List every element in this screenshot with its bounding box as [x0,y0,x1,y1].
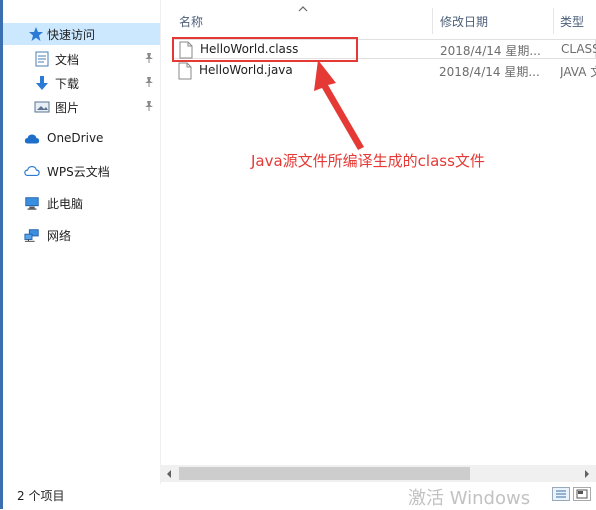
item-count: 2 个项目 [17,489,65,503]
sidebar-item-label: 下载 [55,77,80,91]
sort-ascending-icon [298,2,308,12]
activation-watermark: 激活 Windows [408,488,531,509]
file-date: 2018/4/14 星期... [440,44,541,58]
details-view-icon [556,490,566,498]
large-icons-view-icon [576,489,588,499]
sidebar-item-this-pc[interactable]: 此电脑 [3,192,160,214]
file-icon [178,62,192,80]
file-row[interactable]: HelloWorld.java 2018/4/14 星期... JAVA 文 [172,61,596,81]
sidebar-item-label: 图片 [55,101,80,115]
picture-icon [34,99,50,115]
sidebar-item-label: 文档 [55,53,80,67]
scrollbar-thumb[interactable] [179,467,470,480]
star-icon [28,26,44,42]
pane-divider [160,0,161,484]
column-divider[interactable] [432,8,433,34]
scroll-left-icon[interactable] [165,468,173,482]
column-header-type[interactable]: 类型 [560,13,584,37]
horizontal-scrollbar[interactable] [161,465,596,482]
sidebar-item-quick-access[interactable]: 快速访问 [3,23,160,45]
annotation-text: Java源文件所编译生成的class文件 [251,152,485,170]
pin-icon [143,100,155,112]
cloud-icon [24,163,40,179]
sidebar-item-pictures[interactable]: 图片 [3,96,160,118]
large-icons-view-button[interactable] [573,487,591,501]
sidebar-item-label: 快速访问 [47,28,96,42]
scroll-right-icon[interactable] [583,468,591,482]
sidebar-item-documents[interactable]: 文档 [3,48,160,70]
sidebar-item-network[interactable]: 网络 [3,224,160,246]
network-icon [24,227,40,243]
download-icon [34,75,50,91]
annotation-arrow [314,60,364,150]
pin-icon [143,76,155,88]
file-type: CLASS [561,42,596,56]
sidebar-item-label: OneDrive [47,131,104,145]
sidebar-item-label: WPS云文档 [47,165,110,179]
sidebar-item-wps-cloud[interactable]: WPS云文档 [3,160,160,182]
document-icon [34,51,50,67]
sidebar-item-downloads[interactable]: 下载 [3,72,160,94]
column-header-name[interactable]: 名称 [179,13,203,37]
details-view-button[interactable] [552,487,570,501]
computer-icon [24,195,40,211]
file-date: 2018/4/14 星期... [439,65,540,79]
cloud-icon [24,131,40,147]
file-type: JAVA 文 [560,65,596,79]
column-header-date[interactable]: 修改日期 [440,13,488,37]
navigation-pane: 快速访问 文档 下载 图片 OneDrive WPS云文档 此电脑 网络 [3,0,160,484]
file-name: HelloWorld.java [199,63,293,77]
sidebar-item-onedrive[interactable]: OneDrive [3,128,160,150]
column-divider[interactable] [553,8,554,34]
sidebar-item-label: 此电脑 [47,197,84,211]
sidebar-item-label: 网络 [47,229,72,243]
pin-icon [143,52,155,64]
